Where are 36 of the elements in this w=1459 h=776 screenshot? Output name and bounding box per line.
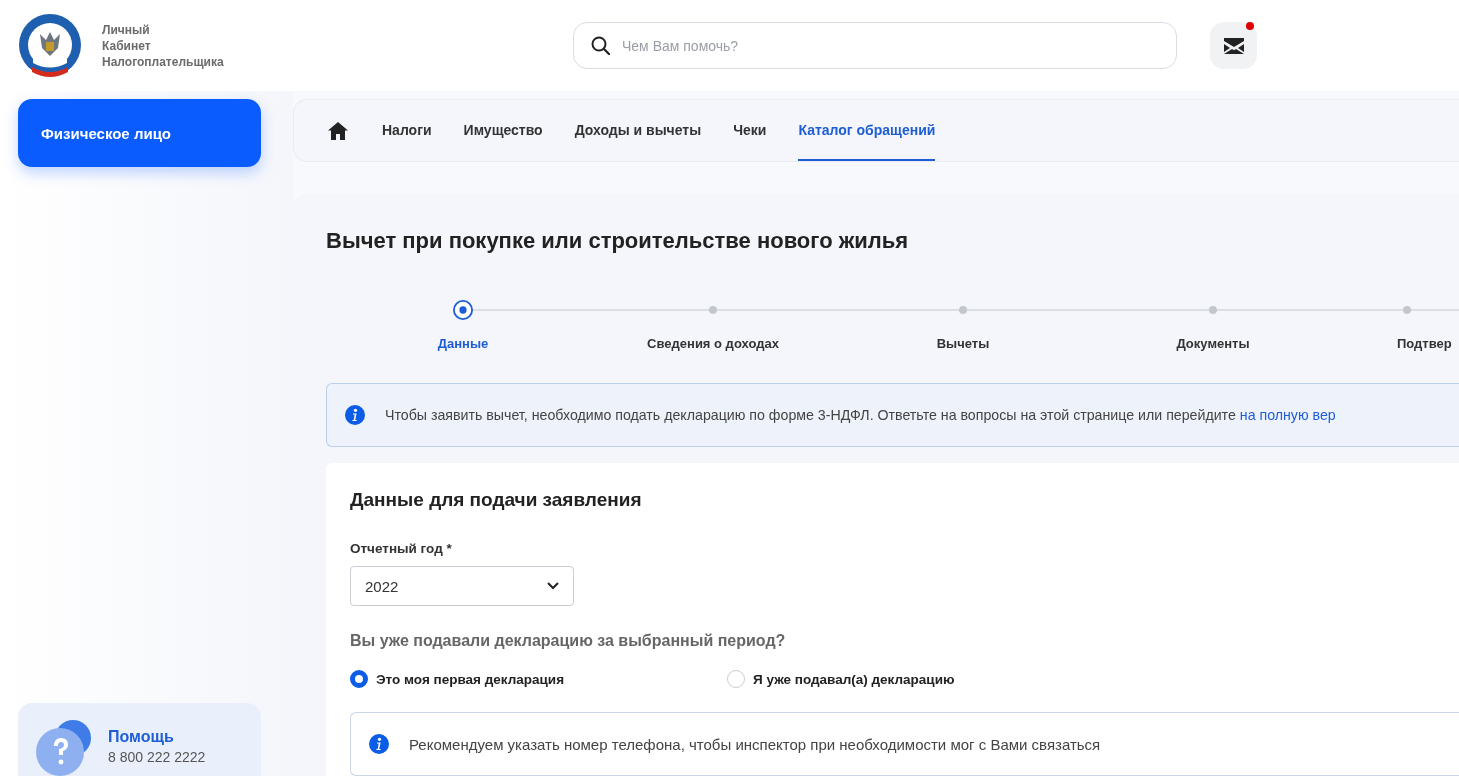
- step-label: Документы: [1176, 336, 1250, 351]
- step-label: Данные: [437, 336, 489, 351]
- account-type-button[interactable]: Физическое лицо: [18, 99, 261, 167]
- step-label: Подтвер: [1397, 336, 1452, 351]
- radio-option[interactable]: Это моя первая декларация: [350, 670, 727, 688]
- help-card[interactable]: Помощь 8 800 222 2222: [18, 703, 261, 776]
- radio-option[interactable]: Я уже подавал(а) декларацию: [727, 670, 1104, 688]
- help-phone: 8 800 222 2222: [108, 749, 206, 765]
- nav-tab[interactable]: Имущество: [463, 100, 543, 161]
- nav-tab[interactable]: Доходы и вычеты: [574, 100, 702, 161]
- logo-text: Личный: [102, 21, 151, 38]
- search-icon: [591, 36, 610, 55]
- full-version-link[interactable]: на полную вер: [1239, 407, 1336, 423]
- help-title: Помощь: [108, 728, 175, 746]
- info-text: Рекомендуем указать номер телефона, чтобы инспектор при необходимости мог с Вами связаться: [409, 735, 1101, 753]
- chevron-icon: [547, 582, 559, 590]
- step-label: Вычеты: [936, 336, 990, 351]
- home-icon[interactable]: [328, 121, 348, 140]
- search-field[interactable]: Чем Вам помочь?: [573, 22, 1177, 69]
- field-label: Отчетный год *: [350, 541, 453, 556]
- nav-tab[interactable]: Чеки: [733, 100, 767, 161]
- emblem-logo: [18, 13, 82, 78]
- nav-tab[interactable]: Каталог обращений: [798, 100, 936, 161]
- info-text: Чтобы заявить вычет, необходимо подать декларацию по форме 3-НДФЛ. Ответьте на вопросы на этой странице или перейдите на полную вер: [385, 407, 1336, 423]
- envelope-icon: [1223, 37, 1244, 54]
- question-text: Вы уже подавали декларацию за выбранный период?: [350, 632, 787, 650]
- info-icon: [345, 405, 365, 425]
- messages-button[interactable]: [1210, 22, 1257, 69]
- page-title: Вычет при покупке или строительстве нового жилья: [326, 228, 910, 254]
- info-icon: [369, 734, 389, 754]
- year-select[interactable]: 2022: [350, 566, 574, 606]
- step-label: Сведения о доходах: [647, 336, 779, 351]
- logo-text: Кабинет: [102, 37, 152, 54]
- form-title: Данные для подачи заявления: [350, 489, 643, 511]
- nav-tab[interactable]: Налоги: [382, 100, 432, 161]
- logo-text: Налогоплательщика: [102, 53, 224, 70]
